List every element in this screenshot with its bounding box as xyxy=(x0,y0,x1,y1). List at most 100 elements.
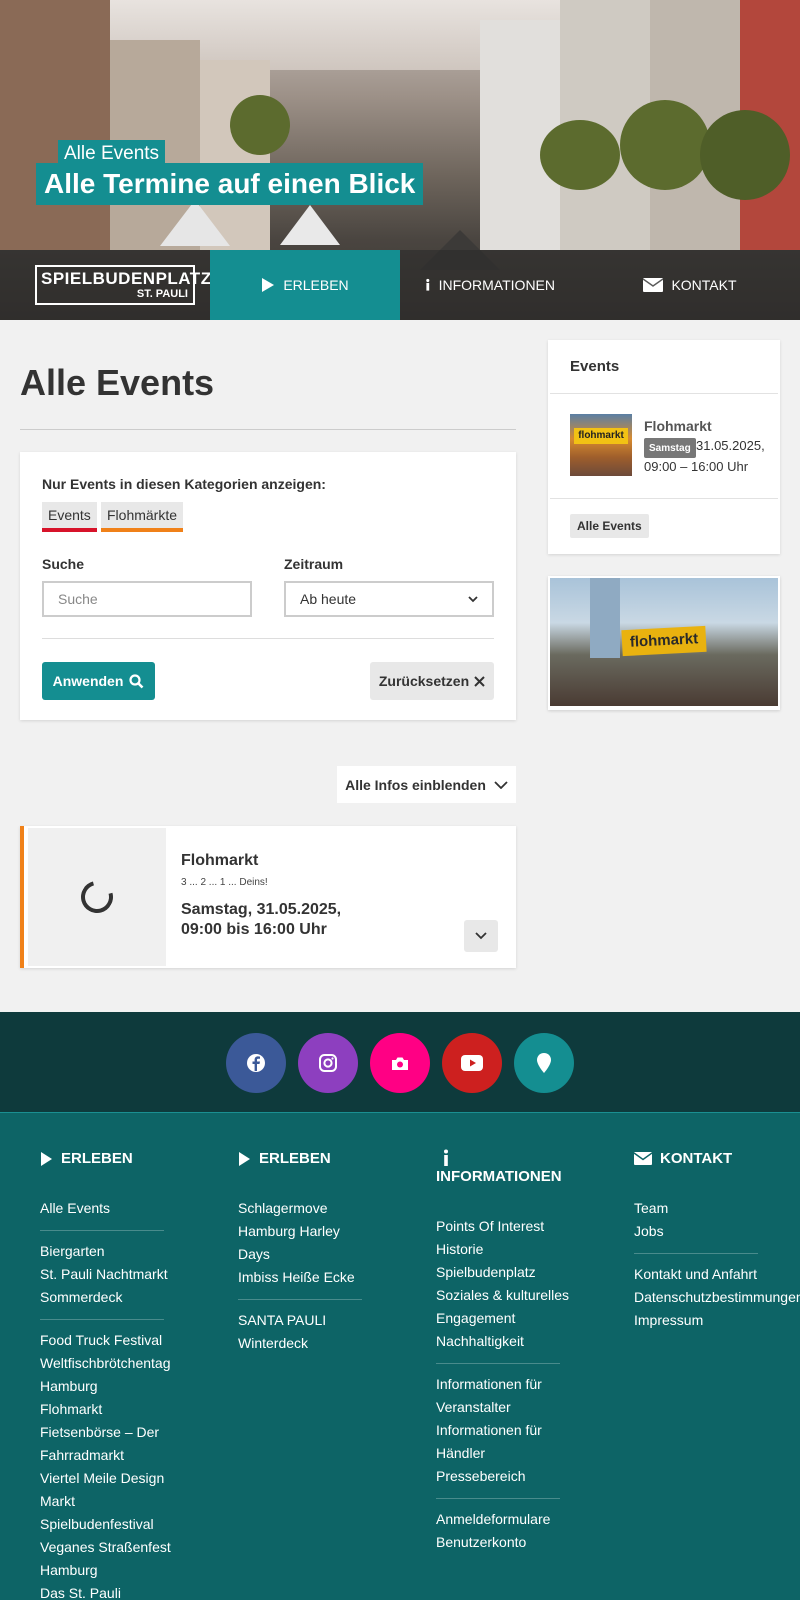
footer-link[interactable]: Spielbudenfestival xyxy=(40,1513,171,1536)
footer-link[interactable]: Soziales & kulturelles xyxy=(436,1284,569,1307)
nav-kontakt-label: KONTAKT xyxy=(671,277,737,293)
social-bar xyxy=(0,1012,800,1112)
footer-divider xyxy=(436,1498,560,1499)
footer-link[interactable]: Days xyxy=(238,1243,362,1266)
footer-link[interactable]: Weltfischbrötchentag xyxy=(40,1352,171,1375)
hero-tree xyxy=(700,110,790,200)
footer-link[interactable]: Veranstalter xyxy=(436,1396,569,1419)
footer-link[interactable]: Team xyxy=(634,1197,800,1220)
footer-link[interactable]: Impressum xyxy=(634,1309,800,1332)
sidebar-promo-image[interactable]: flohmarkt xyxy=(548,576,780,710)
footer-link[interactable]: Pressebereich xyxy=(436,1465,569,1488)
show-all-info-button[interactable]: Alle Infos einblenden xyxy=(337,766,516,803)
hero-tent xyxy=(280,205,340,245)
footer-link[interactable]: Food Truck Festival xyxy=(40,1329,171,1352)
footer-divider xyxy=(238,1299,362,1300)
footer-link[interactable]: Points Of Interest xyxy=(436,1215,569,1238)
footer-link[interactable]: Biergarten xyxy=(40,1240,171,1263)
sidebar-event-thumbnail[interactable]: flohmarkt xyxy=(570,414,632,476)
footer-link[interactable]: Schlagermove xyxy=(238,1197,362,1220)
footer-link[interactable]: Veganes Straßenfest xyxy=(40,1536,171,1559)
sidebar-events-widget: Events flohmarkt Flohmarkt Samstag 31.05… xyxy=(548,340,780,554)
sidebar-event-title[interactable]: Flohmarkt xyxy=(644,418,712,434)
footer-link[interactable]: Informationen für xyxy=(436,1373,569,1396)
footer-link[interactable]: Markt xyxy=(40,1490,171,1513)
footer-link[interactable]: Jobs xyxy=(634,1220,800,1243)
category-chip-events[interactable]: Events xyxy=(42,502,97,532)
footer-link[interactable]: Datenschutzbestimmungen xyxy=(634,1286,800,1309)
event-expand-button[interactable] xyxy=(464,920,498,952)
footer-link[interactable]: St. Pauli Nachtmarkt xyxy=(40,1263,171,1286)
instagram-button[interactable] xyxy=(298,1033,358,1093)
chevron-down-icon xyxy=(475,932,487,940)
footer-link[interactable]: Hamburg xyxy=(40,1559,171,1582)
footer-link-list: Points Of Interest Historie Spielbudenplat… xyxy=(436,1215,569,1554)
footer-link[interactable]: Sommerdeck xyxy=(40,1286,171,1309)
footer-link[interactable]: Hamburg xyxy=(40,1375,171,1398)
footer-link-list: Team Jobs Kontakt und Anfahrt Datenschutzbe… xyxy=(634,1197,800,1332)
footer-link[interactable]: Anmeldeformulare xyxy=(436,1508,569,1531)
close-icon xyxy=(474,675,485,687)
footer-link[interactable]: Händler xyxy=(436,1442,569,1465)
footer-link[interactable]: Spielbudenplatz xyxy=(436,1261,569,1284)
footer-link[interactable]: Imbiss Heiße Ecke xyxy=(238,1266,362,1289)
instagram-icon xyxy=(319,1054,337,1072)
site-logo[interactable]: SPIELBUDENPLATZ ST. PAULI xyxy=(35,265,211,305)
filter-panel: Nur Events in diesen Kategorien anzeigen… xyxy=(20,452,516,720)
footer-link[interactable]: Nachhaltigkeit xyxy=(436,1330,569,1353)
all-events-button[interactable]: Alle Events xyxy=(570,514,649,538)
nav-informationen[interactable]: INFORMATIONEN xyxy=(425,250,555,320)
hero-tree xyxy=(230,95,290,155)
footer-link[interactable]: Historie xyxy=(436,1238,569,1261)
play-icon xyxy=(239,1152,250,1166)
nav-informationen-label: INFORMATIONEN xyxy=(438,277,555,293)
event-title[interactable]: Flohmarkt xyxy=(181,852,258,870)
divider xyxy=(20,429,516,430)
footer-link[interactable]: Das St. Pauli xyxy=(40,1582,171,1600)
footer-link[interactable]: Engagement xyxy=(436,1307,569,1330)
footer-heading-label: INFORMATIONEN xyxy=(436,1168,562,1185)
search-input[interactable]: Suche xyxy=(42,581,252,617)
nav-kontakt[interactable]: KONTAKT xyxy=(640,250,740,320)
hero-title: Alle Termine auf einen Blick xyxy=(36,163,424,205)
footer-heading: KONTAKT xyxy=(634,1149,800,1169)
logo-line2: ST. PAULI xyxy=(136,288,188,300)
footer-link[interactable]: Winterdeck xyxy=(238,1332,362,1355)
category-chip-flohmaerkte[interactable]: Flohmärkte xyxy=(101,502,184,532)
nav-erleben[interactable]: ERLEBEN xyxy=(210,250,400,320)
youtube-button[interactable] xyxy=(442,1033,502,1093)
promo-tower xyxy=(590,578,620,658)
map-marker-icon xyxy=(537,1053,551,1073)
footer-link[interactable]: Viertel Meile Design xyxy=(40,1467,171,1490)
footer-link[interactable]: Informationen für xyxy=(436,1419,569,1442)
period-select[interactable]: Ab heute xyxy=(284,581,494,617)
footer-link[interactable]: Kontakt und Anfahrt xyxy=(634,1263,800,1286)
event-card[interactable]: Flohmarkt 3 ... 2 ... 1 ... Deins! Samst… xyxy=(20,826,516,968)
footer-link[interactable]: Flohmarkt xyxy=(40,1398,171,1421)
reset-button[interactable]: Zurücksetzen xyxy=(370,662,494,700)
footer-col-erleben-1: ERLEBEN Alle Events Biergarten St. Pauli N… xyxy=(40,1149,171,1600)
promo-sign: flohmarkt xyxy=(621,625,707,657)
reset-button-label: Zurücksetzen xyxy=(378,673,470,689)
period-label: Zeitraum xyxy=(284,556,344,572)
footer-col-informationen: INFORMATIONEN Points Of Interest Historie… xyxy=(436,1149,569,1554)
apply-button[interactable]: Anwenden xyxy=(42,662,155,700)
loading-spinner-icon xyxy=(75,875,119,919)
footer-heading-label: ERLEBEN xyxy=(259,1150,331,1167)
footer-link[interactable]: Fietsenbörse – Der xyxy=(40,1421,171,1444)
footer-link[interactable]: Fahrradmarkt xyxy=(40,1444,171,1467)
footer-link[interactable]: Benutzerkonto xyxy=(436,1531,569,1554)
camera-button[interactable] xyxy=(370,1033,430,1093)
chevron-down-icon xyxy=(494,780,508,789)
footer-col-erleben-2: ERLEBEN Schlagermove Hamburg Harley Days Im… xyxy=(238,1149,362,1355)
facebook-button[interactable] xyxy=(226,1033,286,1093)
period-select-value: Ab heute xyxy=(300,591,357,607)
chevron-down-icon xyxy=(468,595,478,602)
footer-link[interactable]: SANTA PAULI xyxy=(238,1309,362,1332)
footer-link[interactable]: Hamburg Harley xyxy=(238,1220,362,1243)
envelope-icon xyxy=(634,1152,652,1165)
location-button[interactable] xyxy=(514,1033,574,1093)
footer-link[interactable]: Alle Events xyxy=(40,1197,171,1220)
day-badge: Samstag xyxy=(644,438,696,458)
divider xyxy=(550,498,778,499)
